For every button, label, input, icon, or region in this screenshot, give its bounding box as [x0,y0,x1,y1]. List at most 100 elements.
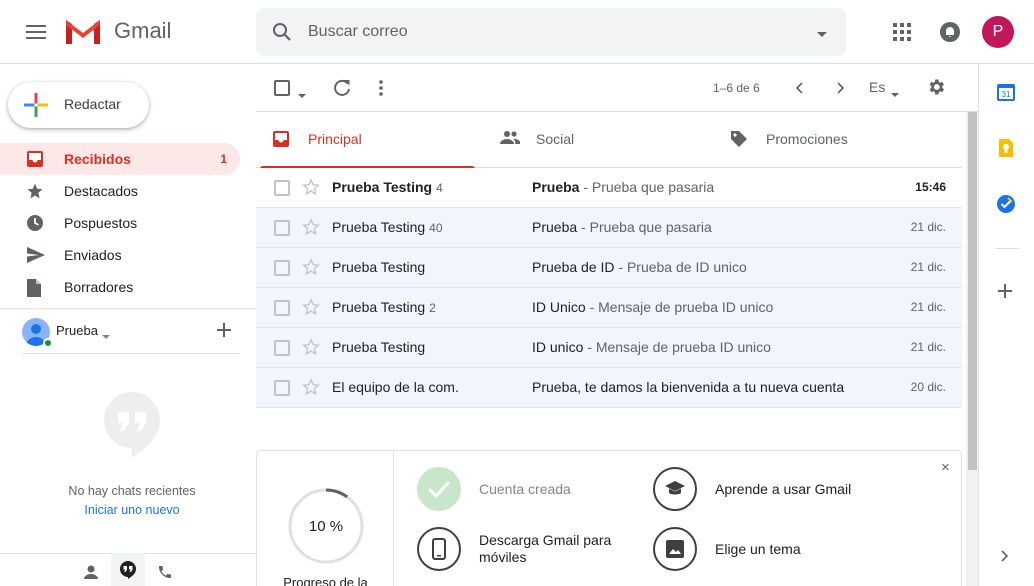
star-icon[interactable] [302,378,320,401]
gear-icon[interactable] [926,77,946,102]
star-icon[interactable] [302,218,320,241]
chevron-down-icon[interactable] [102,327,110,345]
email-snippet: - Prueba de ID unico [615,259,746,275]
hangouts-footer [0,553,256,586]
email-subject: Prueba de ID [532,259,615,275]
input-language-button[interactable]: Es [869,79,885,95]
search-input[interactable] [308,20,788,44]
progress-caption: Progreso de la [283,575,368,586]
graduation-cap-icon [653,467,697,511]
start-new-chat-link[interactable]: Iniciar uno nuevo [0,503,264,517]
sender-name: Prueba Testing [332,179,433,195]
row-checkbox[interactable] [274,340,290,356]
email-row[interactable]: Prueba Testing Prueba de ID - Prueba de I… [256,248,962,288]
nav-item-snoozed[interactable]: Pospuestos [0,207,240,239]
email-row[interactable]: Prueba Testing 40 Prueba - Prueba que pasa… [256,208,962,248]
nav-label: Pospuestos [64,215,138,231]
email-date: 20 dic. [910,380,946,394]
star-icon [26,182,46,200]
star-icon[interactable] [302,338,320,361]
chevron-left-icon[interactable] [792,80,808,101]
hangouts-username: Prueba [56,323,98,338]
email-subject: ID unico [532,339,584,355]
chat-icon[interactable] [111,553,145,586]
star-icon[interactable] [302,258,320,281]
email-row[interactable]: Prueba Testing ID unico - Mensaje de prue… [256,328,962,368]
progress-percent: 10 % [308,518,344,535]
apps-icon[interactable] [890,20,914,49]
inbox-icon [272,130,290,153]
email-sender: Prueba Testing 40 [332,219,443,235]
chevron-right-icon[interactable] [996,548,1018,570]
gmail-logo[interactable]: Gmail [64,16,171,46]
add-chat-icon[interactable] [216,322,232,343]
top-header: Gmail P [0,0,1034,64]
onboarding-item-theme[interactable]: Elige un tema [653,527,893,573]
thread-count: 2 [429,301,436,315]
close-icon[interactable]: × [941,459,950,476]
category-tabs: Principal Social Promociones [256,112,962,169]
hangouts-user[interactable]: Prueba [22,318,240,354]
phone-icon[interactable] [153,560,177,584]
tab-principal[interactable]: Principal [256,112,476,169]
email-snippet: - Prueba que pasaria [579,179,714,195]
tab-promociones[interactable]: Promociones [714,112,934,168]
account-avatar[interactable]: P [982,16,1014,48]
snippet-text: Prueba que pasaria [589,219,712,235]
tasks-icon[interactable] [996,194,1018,216]
email-date: 21 dic. [910,340,946,354]
search-options-icon[interactable] [816,26,828,44]
row-checkbox[interactable] [274,180,290,196]
email-sender: Prueba Testing 2 [332,299,436,315]
email-subject: Prueba [532,219,578,235]
onboarding-item-account-created: Cuenta creada [417,467,617,513]
row-checkbox[interactable] [274,220,290,236]
star-icon[interactable] [302,298,320,321]
email-row[interactable]: Prueba Testing 2 ID Unico - Mensaje de pru… [256,288,962,328]
onboarding-item-label: Descarga Gmail para móviles [479,532,612,565]
chevron-down-icon[interactable] [891,85,899,103]
email-sender: El equipo de la com. [332,379,463,395]
row-checkbox[interactable] [274,260,290,276]
email-row[interactable]: Prueba Testing 4 Prueba - Prueba que pasar… [256,168,962,208]
calendar-icon[interactable]: 31 [996,82,1018,104]
hangouts-bubble-icon [102,390,162,467]
email-subject: Prueba [532,179,580,195]
email-row[interactable]: El equipo de la com. Prueba, te damos la … [256,368,962,408]
select-options-chevron-icon[interactable] [298,86,306,104]
chevron-right-icon[interactable] [832,80,848,101]
row-checkbox[interactable] [274,300,290,316]
menu-icon[interactable] [20,16,52,48]
nav-item-drafts[interactable]: Borradores [0,271,240,303]
sidebar: Redactar Recibidos 1 Destacados Pospuest… [0,64,256,586]
compose-button[interactable]: Redactar [8,82,149,128]
search-icon[interactable] [270,20,294,49]
onboarding-item-label: Cuenta creada [479,481,571,497]
nav-item-sent[interactable]: Enviados [0,239,240,271]
scrollbar[interactable] [966,112,978,586]
select-all-checkbox[interactable] [274,80,290,96]
email-date: 21 dic. [910,260,946,274]
tab-social[interactable]: Social [484,112,704,168]
refresh-icon[interactable] [332,78,352,103]
contacts-icon[interactable] [79,560,103,584]
notifications-icon[interactable] [938,20,962,49]
keep-icon[interactable] [996,138,1018,160]
email-snippet: - Prueba que pasaria [577,219,712,235]
nav-item-inbox[interactable]: Recibidos 1 [0,143,240,175]
more-options-icon[interactable] [378,78,384,103]
onboarding-item-mobile[interactable]: Descarga Gmail para móviles [417,527,637,573]
row-checkbox[interactable] [274,380,290,396]
onboarding-item-learn[interactable]: Aprende a usar Gmail [653,467,893,513]
nav-item-starred[interactable]: Destacados [0,175,240,207]
snippet-text: Prueba que pasaria [591,179,715,195]
star-icon[interactable] [302,178,320,201]
add-addon-icon[interactable] [996,282,1018,304]
sender-name: El equipo de la com. [332,379,459,395]
email-date: 15:46 [915,180,946,194]
email-subject-line: Prueba - Prueba que pasaria [532,179,862,195]
search-bar[interactable] [256,8,846,56]
scrollbar-thumb[interactable] [968,112,977,470]
snippet-separator: - [583,339,596,355]
email-sender: Prueba Testing 4 [332,179,443,195]
